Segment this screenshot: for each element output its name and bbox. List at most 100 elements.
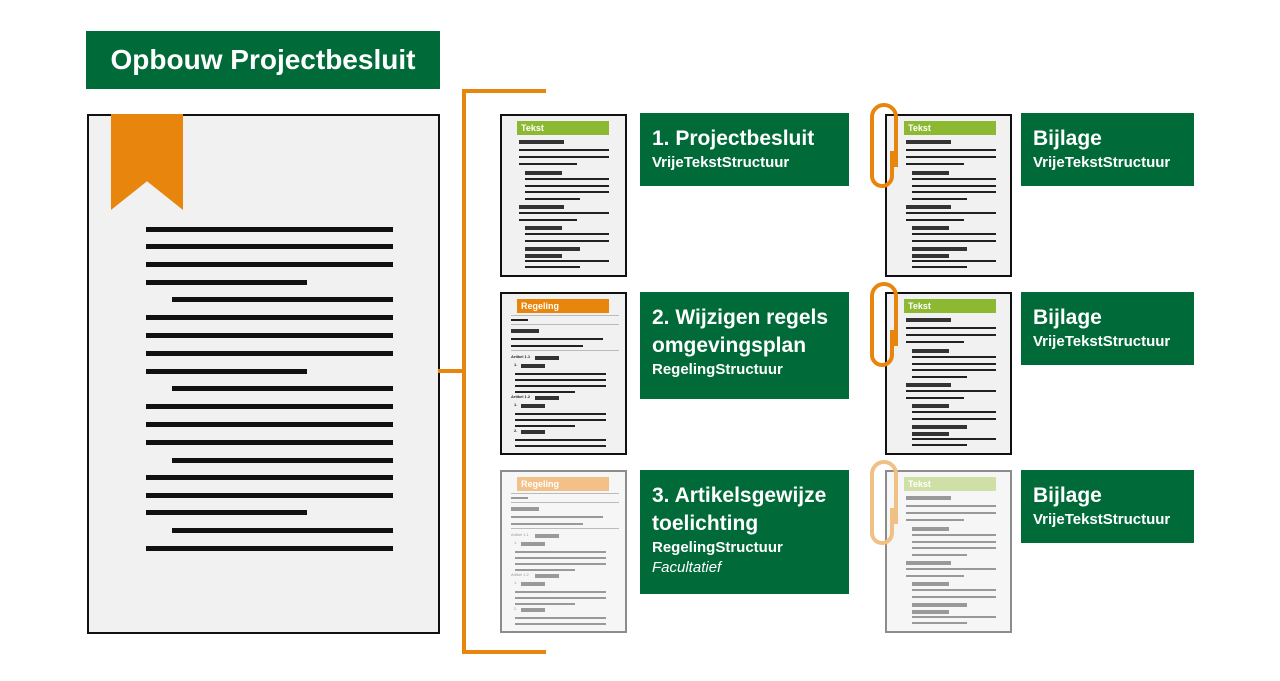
text-line bbox=[912, 554, 967, 556]
text-line bbox=[906, 561, 951, 565]
text-line bbox=[912, 226, 949, 230]
text-line bbox=[912, 191, 996, 193]
text-line bbox=[511, 507, 539, 511]
text-line bbox=[912, 418, 996, 420]
text-line bbox=[906, 496, 951, 500]
toelichting-document-icon: Regeling Artikel 1.1 1. Artikel 1.2 1. 2. bbox=[500, 470, 627, 633]
part-label-wijzigen-regels: 2. Wijzigen regels omgevingsplan Regelin… bbox=[640, 292, 849, 399]
text-line bbox=[519, 163, 577, 165]
text-line bbox=[515, 379, 606, 381]
text-line bbox=[535, 356, 559, 360]
text-line bbox=[906, 334, 996, 336]
part-label-projectbesluit: 1. Projectbesluit VrijeTekstStructuur bbox=[640, 113, 849, 186]
text-line bbox=[515, 391, 575, 393]
text-line bbox=[912, 432, 949, 436]
text-line bbox=[912, 444, 967, 446]
text-line bbox=[906, 163, 964, 165]
text-line bbox=[511, 338, 603, 340]
text-line bbox=[912, 610, 949, 614]
bijlage-document-icon: Tekst bbox=[885, 114, 1012, 277]
text-line bbox=[146, 510, 307, 515]
text-line bbox=[146, 475, 393, 480]
divider bbox=[511, 315, 619, 316]
attachment-title: Bijlage bbox=[1033, 484, 1102, 507]
text-line bbox=[535, 534, 559, 538]
text-line bbox=[521, 364, 545, 368]
text-line bbox=[511, 319, 528, 321]
part-label-toelichting: 3. Artikelsgewijze toelichting RegelingS… bbox=[640, 470, 849, 594]
doc-header: Tekst bbox=[904, 121, 996, 135]
text-line bbox=[515, 551, 606, 553]
article-label: 1. bbox=[514, 402, 518, 407]
text-line bbox=[511, 516, 603, 518]
text-line bbox=[525, 171, 562, 175]
bijlage-document-icon: Tekst bbox=[885, 292, 1012, 455]
text-line bbox=[912, 185, 996, 187]
text-line bbox=[146, 244, 393, 249]
text-line bbox=[525, 260, 609, 262]
divider bbox=[511, 350, 619, 351]
text-line bbox=[515, 563, 606, 565]
text-line bbox=[519, 212, 609, 214]
text-line bbox=[519, 140, 564, 144]
part-structure: VrijeTekstStructuur bbox=[652, 154, 790, 171]
text-line bbox=[906, 149, 996, 151]
article-label: Artikel 1.2 bbox=[511, 394, 531, 399]
text-line bbox=[906, 397, 964, 399]
attachment-structure: VrijeTekstStructuur bbox=[1033, 154, 1171, 171]
text-line bbox=[912, 349, 949, 353]
text-line bbox=[906, 156, 996, 158]
text-line bbox=[912, 582, 949, 586]
text-line bbox=[912, 363, 996, 365]
text-line bbox=[515, 569, 575, 571]
text-line bbox=[906, 327, 996, 329]
attachment-label: Bijlage VrijeTekstStructuur bbox=[1021, 470, 1194, 543]
text-line bbox=[515, 557, 606, 559]
text-line bbox=[912, 527, 949, 531]
text-line bbox=[511, 523, 583, 525]
projectbesluit-document-icon: Tekst bbox=[500, 114, 627, 277]
text-line bbox=[525, 185, 609, 187]
text-line bbox=[906, 318, 951, 322]
article-label: 1. bbox=[514, 362, 518, 367]
attachment-label: Bijlage VrijeTekstStructuur bbox=[1021, 113, 1194, 186]
article-label: 1. bbox=[514, 540, 518, 545]
text-line bbox=[515, 439, 606, 441]
text-line bbox=[535, 396, 559, 400]
text-line bbox=[515, 385, 606, 387]
article-label: 2. bbox=[514, 428, 518, 433]
article-label: Artikel 1.1 bbox=[511, 532, 529, 537]
text-line bbox=[906, 219, 964, 221]
part-title: 3. Artikelsgewijze toelichting bbox=[652, 484, 827, 535]
text-line bbox=[906, 205, 951, 209]
text-line bbox=[906, 341, 964, 343]
text-line bbox=[906, 212, 996, 214]
text-line bbox=[172, 386, 393, 391]
attachment-structure: VrijeTekstStructuur bbox=[1033, 511, 1171, 528]
doc-header: Tekst bbox=[517, 121, 609, 135]
text-line bbox=[146, 440, 393, 445]
text-line bbox=[515, 425, 575, 427]
text-line bbox=[912, 266, 967, 268]
text-line bbox=[172, 528, 393, 533]
part-title: 2. Wijzigen regels omgevingsplan bbox=[652, 306, 829, 357]
text-line bbox=[515, 603, 575, 605]
page-title: Opbouw Projectbesluit bbox=[86, 31, 440, 89]
text-line bbox=[515, 623, 606, 625]
attachment-structure: VrijeTekstStructuur bbox=[1033, 333, 1171, 350]
text-line bbox=[912, 369, 996, 371]
text-line bbox=[906, 512, 996, 514]
text-line bbox=[912, 534, 996, 536]
attachment-title: Bijlage bbox=[1033, 127, 1102, 150]
part-structure: RegelingStructuur bbox=[652, 361, 783, 378]
text-line bbox=[525, 191, 609, 193]
part-title: 1. Projectbesluit bbox=[652, 127, 815, 150]
text-line bbox=[515, 445, 606, 447]
text-line bbox=[521, 608, 545, 612]
text-line bbox=[912, 425, 967, 429]
text-line bbox=[525, 254, 562, 258]
part-note: Facultatief bbox=[652, 559, 722, 576]
text-line bbox=[912, 376, 967, 378]
text-line bbox=[515, 591, 606, 593]
part-structure: RegelingStructuur bbox=[652, 539, 783, 556]
